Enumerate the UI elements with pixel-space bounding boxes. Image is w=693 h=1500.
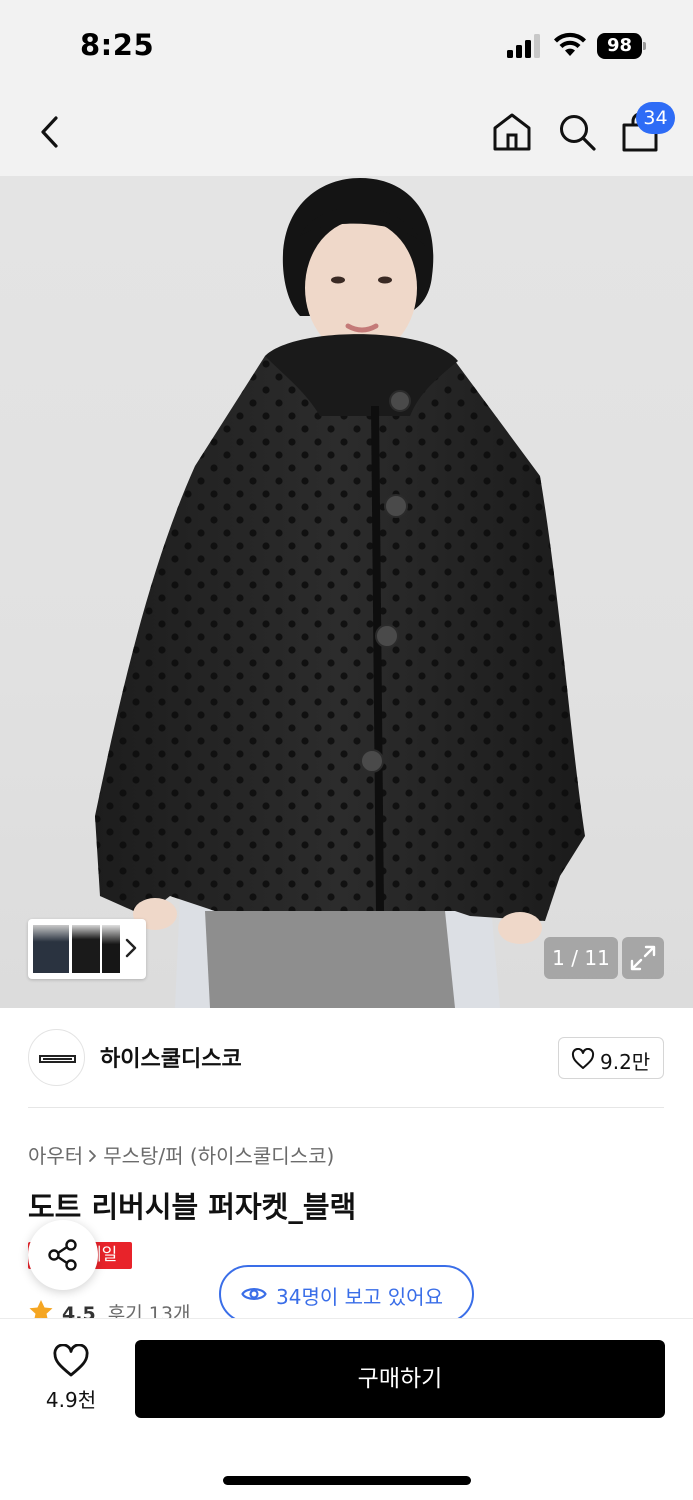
share-button[interactable] [28,1220,98,1290]
buy-button[interactable]: 구매하기 [135,1340,665,1418]
brand-like-count: 9.2만 [600,1050,651,1074]
thumbnail-strip[interactable] [28,919,146,979]
viewers-indicator: 34명이 보고 있어요 [219,1265,474,1323]
image-counter: 1 / 11 [544,937,618,979]
battery-tip [643,42,646,50]
expand-button[interactable] [622,937,664,979]
cart-count-badge: 34 [636,102,675,134]
product-image[interactable]: 1 / 11 [0,176,693,1008]
brand-like-button[interactable]: 9.2만 [558,1037,664,1079]
product-photo [95,178,585,1008]
product-title: 도트 리버시블 퍼자켓_블랙 [28,1190,357,1224]
heart-icon [571,1048,595,1069]
nav-bar [0,88,693,176]
chevron-right-icon [125,938,137,958]
viewers-text: 34명이 보고 있어요 [276,1285,443,1309]
status-bar: 8:25 98 [0,0,693,88]
brand-logo-mark [39,1055,76,1063]
thumbnail-1[interactable] [33,925,69,973]
thumbnail-3[interactable] [102,925,120,973]
expand-icon [630,945,656,971]
breadcrumb: 아우터 무스탕/퍼 (하이스쿨디스코) [28,1140,334,1169]
search-icon[interactable] [555,110,599,154]
battery-level: 98 [597,33,642,59]
status-time: 8:25 [80,28,155,62]
home-icon[interactable] [490,110,534,154]
wishlist-count: 4.9천 [45,1388,97,1412]
heart-icon[interactable] [52,1344,90,1378]
breadcrumb-category[interactable]: 아우터 [28,1144,83,1168]
breadcrumb-subcategory[interactable]: 무스탕/퍼 (하이스쿨디스코) [103,1144,334,1168]
signal-icon [507,34,540,58]
thumbnail-2[interactable] [72,925,100,973]
home-indicator [223,1476,471,1485]
share-icon [48,1239,77,1271]
brand-logo[interactable] [28,1029,85,1086]
battery-icon: 98 [597,33,646,59]
brand-name[interactable]: 하이스쿨디스코 [100,1041,242,1073]
chevron-right-icon [88,1144,98,1168]
back-chevron-icon[interactable] [30,110,70,154]
wifi-icon [554,32,586,56]
divider [28,1107,664,1108]
eye-icon [241,1288,267,1300]
